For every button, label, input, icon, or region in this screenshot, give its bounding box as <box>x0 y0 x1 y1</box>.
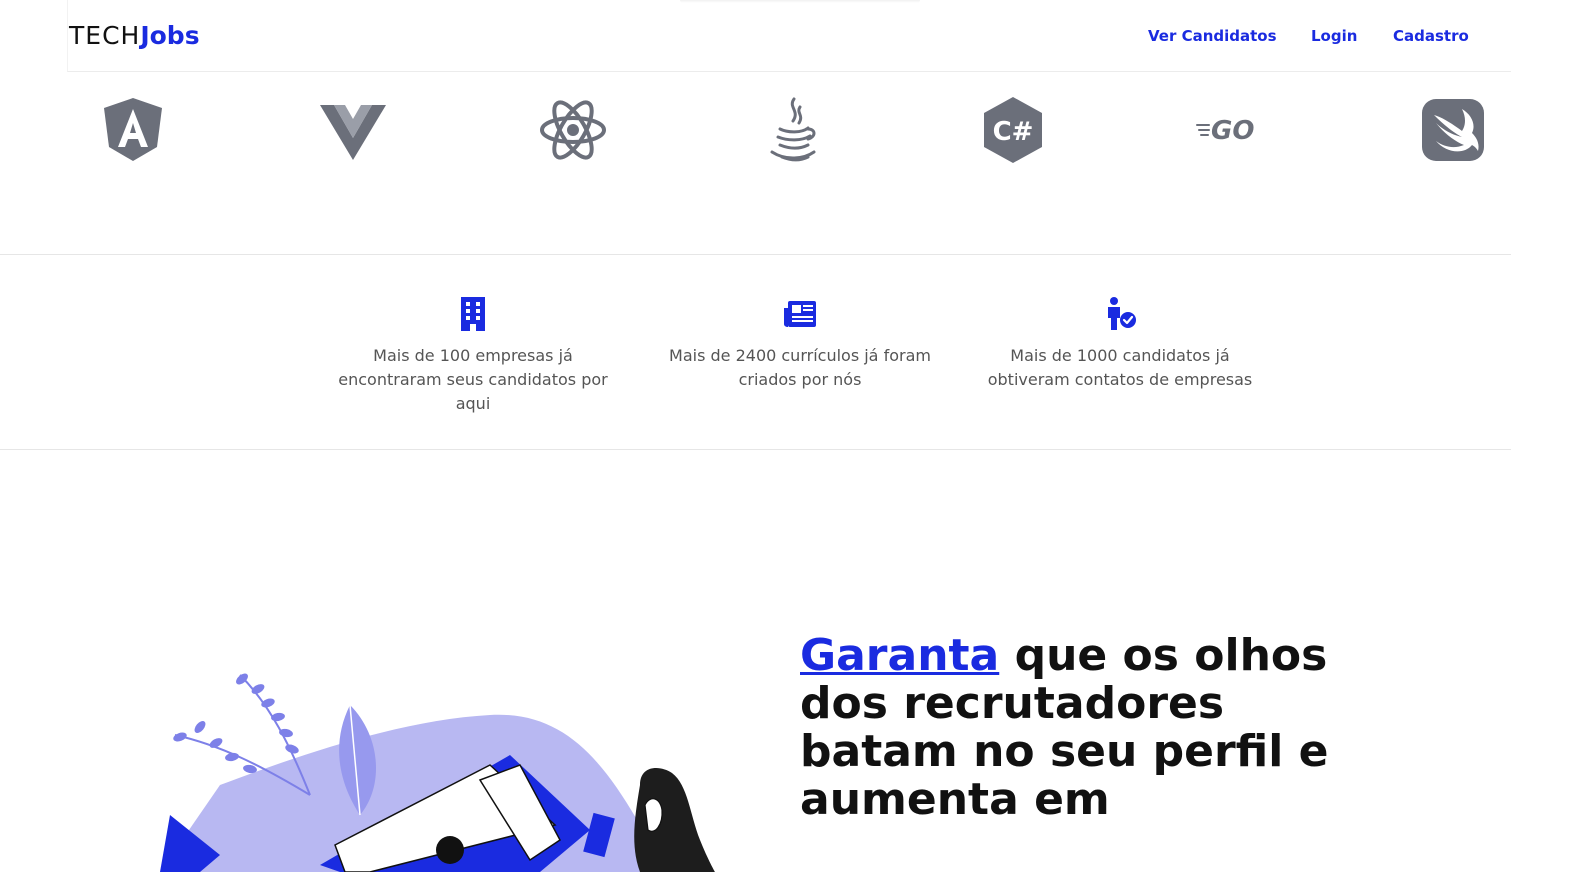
java-icon <box>758 95 828 165</box>
csharp-icon: C# <box>978 95 1048 165</box>
building-icon <box>455 296 491 332</box>
stat-text: Mais de 1000 candidatos já obtiveram con… <box>987 346 1253 389</box>
hero-illustration <box>160 665 740 872</box>
section-divider-bottom <box>0 449 1511 450</box>
logo-jobs: Jobs <box>140 21 200 50</box>
navbar: TECHJobs Ver Candidatos Login Cadastro <box>67 0 1511 72</box>
tech-stack-row: C# GO <box>0 90 1511 170</box>
stat-candidatos: Mais de 1000 candidatos já obtiveram con… <box>970 296 1270 392</box>
stat-text: Mais de 2400 currículos já foram criados… <box>669 346 931 389</box>
person-check-icon <box>1102 296 1138 332</box>
section-divider-top <box>0 254 1511 255</box>
react-icon <box>538 95 608 165</box>
stat-text: Mais de 100 empresas já encontraram seus… <box>338 346 608 413</box>
stat-empresas: Mais de 100 empresas já encontraram seus… <box>323 296 623 416</box>
nav-login-link[interactable]: Login <box>1311 26 1357 46</box>
go-icon: GO <box>1195 95 1275 165</box>
csharp-icon-text: C# <box>993 117 1034 147</box>
go-icon-text: GO <box>1211 116 1254 146</box>
headline-highlight-link[interactable]: Garanta <box>800 632 999 681</box>
nav-cadastro-link[interactable]: Cadastro <box>1393 26 1469 46</box>
vue-icon <box>318 95 388 165</box>
nav-ver-candidatos-link[interactable]: Ver Candidatos <box>1148 26 1277 46</box>
swift-icon <box>1418 95 1488 165</box>
page: TECHJobs Ver Candidatos Login Cadastro C… <box>0 0 1595 872</box>
stat-curriculos: Mais de 2400 currículos já foram criados… <box>650 296 950 392</box>
logo-tech: TECH <box>69 21 141 50</box>
hero-headline: Garanta que os olhos dos recrutadores ba… <box>800 632 1390 872</box>
angular-icon <box>98 95 168 165</box>
newspaper-icon <box>782 296 818 332</box>
logo[interactable]: TECHJobs <box>69 20 200 52</box>
